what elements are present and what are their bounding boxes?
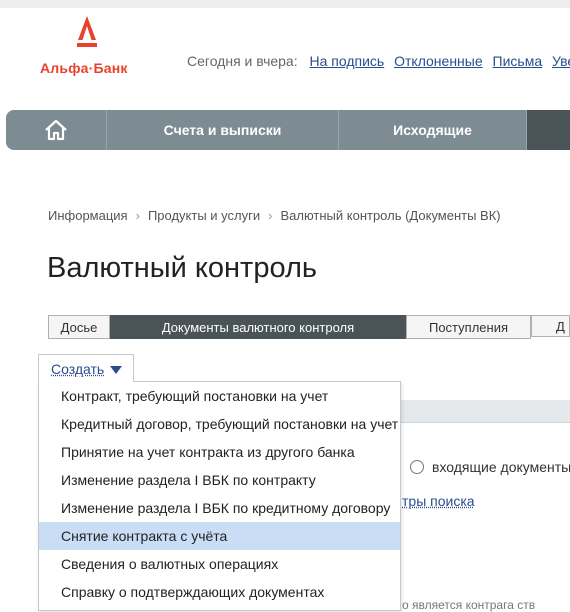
menu-item-accept-contract[interactable]: Принятие на учет контракта из другого ба… <box>39 438 400 466</box>
tab-more[interactable]: Д <box>531 315 570 337</box>
header-links: Сегодня и вчера: На подпись Отклоненные … <box>187 53 570 69</box>
menu-item-currency-operations[interactable]: Сведения о валютных операциях <box>39 550 400 578</box>
nav-item-outgoing[interactable]: Исходящие <box>339 110 527 150</box>
menu-item-remove-contract[interactable]: Снятие контракта с учёта <box>39 522 400 550</box>
menu-item-credit-agreement[interactable]: Кредитный договор, требующий постановки … <box>39 410 400 438</box>
caret-down-icon <box>110 365 123 374</box>
create-label: Создать <box>51 360 105 377</box>
header-label: Сегодня и вчера: <box>187 53 298 69</box>
radio-icon[interactable] <box>410 460 424 474</box>
main-nav: Счета и выписки Исходящие <box>6 110 570 150</box>
tabs: Досье Документы валютного контроля Посту… <box>48 315 570 339</box>
link-notifications[interactable]: Уве <box>552 53 570 69</box>
info-text: о является контрага ств <box>402 598 536 612</box>
breadcrumb-current: Валютный контроль (Документы ВК) <box>280 208 501 223</box>
breadcrumb-products[interactable]: Продукты и услуги <box>148 208 260 223</box>
breadcrumb-separator-icon: › <box>135 208 140 223</box>
link-letters[interactable]: Письма <box>493 53 543 69</box>
alfa-logo-icon <box>77 16 97 47</box>
filter-header-band <box>400 400 570 422</box>
create-dropdown-menu: Контракт, требующий постановки на учет К… <box>38 381 401 611</box>
tab-dossier[interactable]: Досье <box>48 315 110 339</box>
menu-item-supporting-docs[interactable]: Справку о подтверждающих документах <box>39 578 400 606</box>
breadcrumb-separator-icon: › <box>268 208 273 223</box>
tab-receipts[interactable]: Поступления <box>406 315 531 339</box>
radio-incoming-docs[interactable]: входящие документы <box>410 459 570 475</box>
link-to-sign[interactable]: На подпись <box>310 53 385 69</box>
menu-item-contract[interactable]: Контракт, требующий постановки на учет <box>39 382 400 410</box>
page-title: Валютный контроль <box>47 252 317 284</box>
divider <box>400 422 570 423</box>
link-rejected[interactable]: Отклоненные <box>394 53 483 69</box>
logo-text: Альфа·Банк <box>40 60 128 76</box>
menu-item-change-vbk-contract[interactable]: Изменение раздела I ВБК по контракту <box>39 466 400 494</box>
top-strip <box>0 0 570 8</box>
nav-home-button[interactable] <box>6 110 107 150</box>
create-button[interactable]: Создать <box>38 354 134 382</box>
nav-item-more[interactable] <box>527 110 570 150</box>
breadcrumb-info[interactable]: Информация <box>48 208 128 223</box>
search-params-link[interactable]: тры поиска <box>402 493 570 509</box>
home-icon <box>45 119 67 141</box>
alfa-bank-logo[interactable]: Альфа·Банк <box>40 16 134 80</box>
nav-item-accounts[interactable]: Счета и выписки <box>107 110 339 150</box>
tab-vk-documents[interactable]: Документы валютного контроля <box>110 315 406 339</box>
menu-item-change-vbk-credit[interactable]: Изменение раздела I ВБК по кредитному до… <box>39 494 400 522</box>
breadcrumb: Информация › Продукты и услуги › Валютный ко… <box>48 208 501 223</box>
radio-label: входящие документы <box>432 459 570 475</box>
